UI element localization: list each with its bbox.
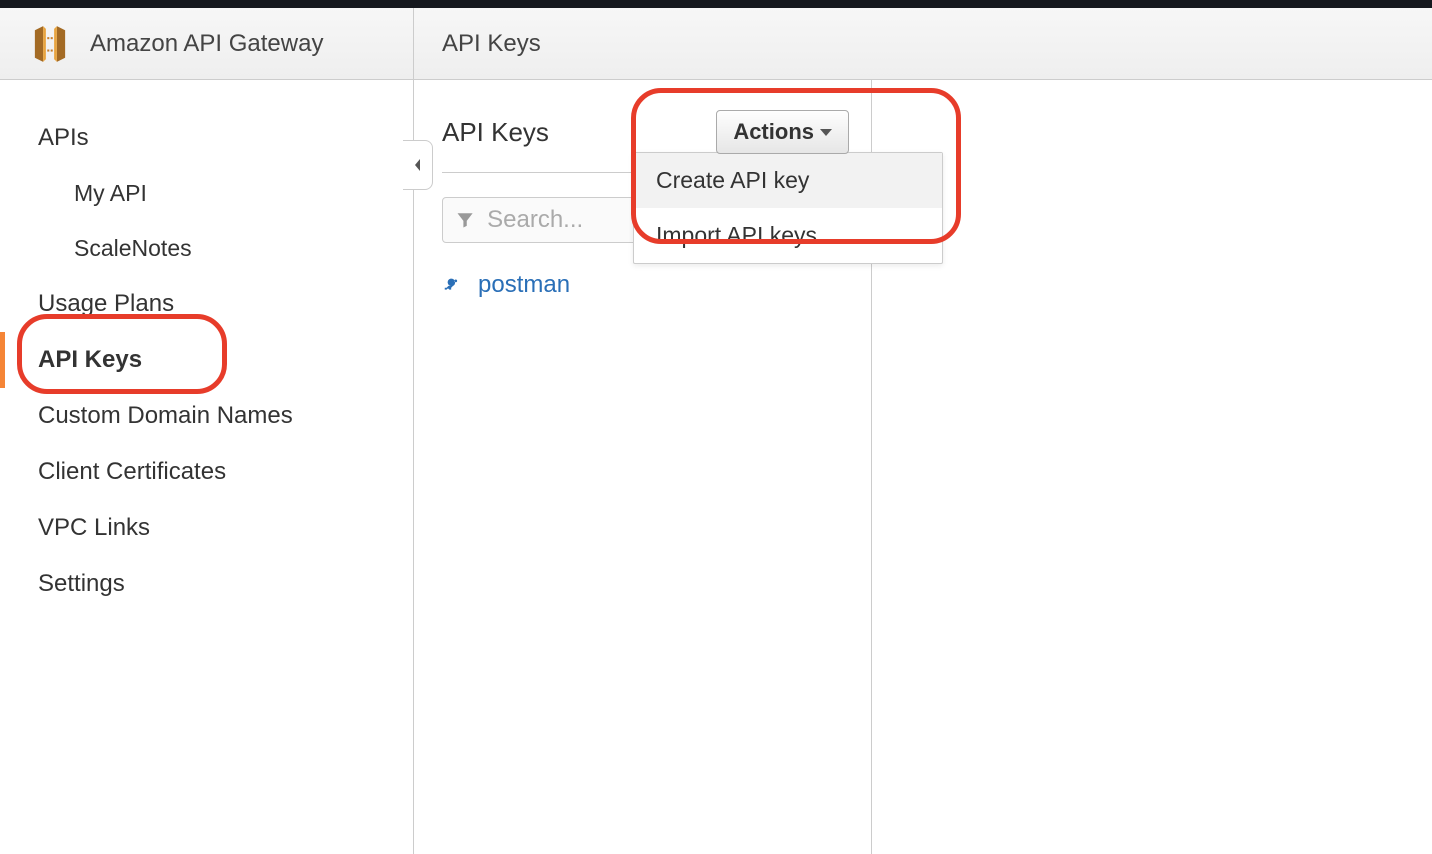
sidebar-item-api-keys[interactable]: API Keys — [0, 332, 413, 388]
sidebar: APIs My API ScaleNotes Usage Plans API K… — [0, 80, 414, 854]
actions-label: Actions — [733, 119, 814, 145]
sidebar-item-custom-domain-names[interactable]: Custom Domain Names — [0, 388, 413, 444]
dropdown-item-import-api-keys[interactable]: Import API keys — [634, 208, 942, 263]
top-bar — [0, 0, 1432, 8]
service-header[interactable]: Amazon API Gateway — [0, 8, 414, 79]
actions-dropdown: Create API key Import API keys — [633, 152, 943, 264]
breadcrumb[interactable]: API Keys — [414, 30, 569, 58]
sidebar-item-settings[interactable]: Settings — [0, 556, 413, 612]
main-area: APIs My API ScaleNotes Usage Plans API K… — [0, 80, 1432, 854]
filter-icon — [455, 209, 475, 231]
api-gateway-icon — [28, 22, 72, 66]
sidebar-item-label: Custom Domain Names — [38, 402, 293, 429]
sidebar-item-client-certificates[interactable]: Client Certificates — [0, 444, 413, 500]
dropdown-item-create-api-key[interactable]: Create API key — [634, 153, 942, 208]
breadcrumb-label: API Keys — [442, 30, 541, 57]
sidebar-item-label: APIs — [38, 124, 89, 151]
sidebar-item-label: ScaleNotes — [74, 235, 192, 261]
sidebar-item-apis[interactable]: APIs — [0, 110, 413, 166]
sidebar-item-label: Client Certificates — [38, 458, 226, 485]
sidebar-item-label: Settings — [38, 570, 125, 597]
sidebar-item-label: API Keys — [38, 346, 142, 373]
service-name: Amazon API Gateway — [90, 30, 323, 58]
caret-down-icon — [820, 129, 832, 136]
sidebar-item-scalenotes[interactable]: ScaleNotes — [0, 221, 413, 276]
dropdown-item-label: Create API key — [656, 167, 809, 193]
key-icon — [442, 274, 464, 296]
content-column: API Keys Actions postman — [414, 80, 872, 854]
actions-button[interactable]: Actions — [716, 110, 849, 154]
sidebar-item-label: My API — [74, 180, 147, 206]
sidebar-item-label: Usage Plans — [38, 290, 174, 317]
content-title: API Keys — [442, 117, 549, 148]
api-key-list: postman — [442, 265, 849, 305]
sidebar-item-label: VPC Links — [38, 514, 150, 541]
dropdown-item-label: Import API keys — [656, 222, 817, 248]
sidebar-item-my-api[interactable]: My API — [0, 166, 413, 221]
api-key-name: postman — [478, 271, 570, 299]
sidebar-item-usage-plans[interactable]: Usage Plans — [0, 276, 413, 332]
sidebar-item-vpc-links[interactable]: VPC Links — [0, 500, 413, 556]
header-bar: Amazon API Gateway API Keys — [0, 8, 1432, 80]
api-key-item[interactable]: postman — [442, 265, 849, 305]
